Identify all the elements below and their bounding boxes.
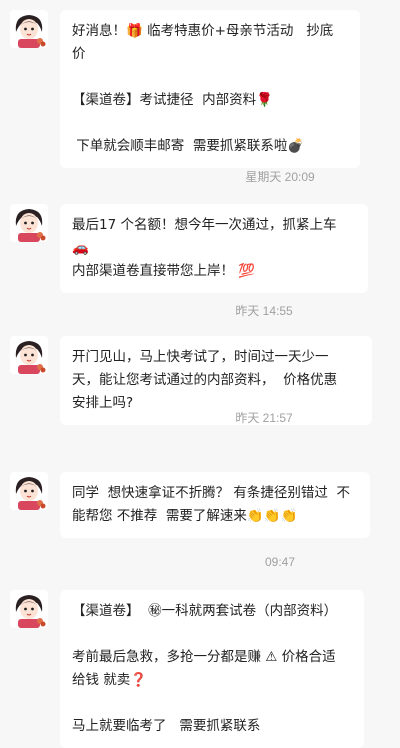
timestamp: 昨天 14:55 xyxy=(235,304,293,318)
message-bubble[interactable]: 【渠道卷】 ㊙一科就两套试卷（内部资料） 考前最后急救，多抢一分都是赚 ⚠ 价格… xyxy=(60,590,364,748)
message-line: 【渠道卷】 ㊙一科就两套试卷（内部资料） xyxy=(72,603,338,619)
message-bubble[interactable]: 最后17 个名额！想今年一次通过，抓紧上车 🚗 内部渠道卷直接带您上岸！ 💯 xyxy=(60,204,368,293)
message-row: 【渠道卷】 ㊙一科就两套试卷（内部资料） 考前最后急救，多抢一分都是赚 ⚠ 价格… xyxy=(10,590,364,748)
avatar[interactable] xyxy=(10,10,48,48)
message-row: 最后17 个名额！想今年一次通过，抓紧上车 🚗 内部渠道卷直接带您上岸！ 💯 xyxy=(10,204,368,293)
message-line: 好消息！🎁 临考特惠价+母亲节活动 抄底 xyxy=(72,23,334,39)
message-bubble[interactable]: 同学 想快速拿证不折腾？ 有条捷径别错过 不 能帮您 不推荐 需要了解速来👏👏👏 xyxy=(60,472,370,538)
message-row: 同学 想快速拿证不折腾？ 有条捷径别错过 不 能帮您 不推荐 需要了解速来👏👏👏 xyxy=(10,472,370,538)
cartoon-girl-avatar-icon xyxy=(10,590,48,628)
avatar[interactable] xyxy=(10,204,48,242)
timestamp: 09:47 xyxy=(264,555,296,569)
avatar[interactable] xyxy=(10,472,48,510)
message-line: 能帮您 不推荐 需要了解速来👏👏👏 xyxy=(72,508,298,524)
message-line: 🚗 xyxy=(72,240,89,256)
message-line: 同学 想快速拿证不折腾？ 有条捷径别错过 不 xyxy=(72,485,350,501)
avatar[interactable] xyxy=(10,590,48,628)
message-line xyxy=(72,623,352,646)
message-line: 考前最后急救，多抢一分都是赚 ⚠ 价格合适 xyxy=(72,649,336,665)
cartoon-girl-avatar-icon xyxy=(10,10,48,48)
cartoon-girl-avatar-icon xyxy=(10,204,48,242)
message-line: 开门见山，马上快考试了，时间过一天少一 xyxy=(72,349,329,365)
cartoon-girl-avatar-icon xyxy=(10,472,48,510)
message-row: 好消息！🎁 临考特惠价+母亲节活动 抄底 价 【渠道卷】考试捷径 内部资料🌹 下… xyxy=(10,10,360,168)
message-line: 马上就要临考了 需要抓紧联系 xyxy=(72,718,261,734)
message-line xyxy=(72,66,348,89)
cartoon-girl-avatar-icon xyxy=(10,336,48,374)
message-line: 天，能让您考试通过的内部资料， 价格优惠 xyxy=(72,372,338,388)
message-line xyxy=(72,692,352,715)
message-line: 最后17 个名额！想今年一次通过，抓紧上车 xyxy=(72,217,337,233)
timestamp: 星期天 20:09 xyxy=(245,170,315,184)
message-line: 给钱 就卖❓ xyxy=(72,672,148,688)
message-line: 【渠道卷】考试捷径 内部资料🌹 xyxy=(72,92,273,108)
message-line: 价 xyxy=(72,46,86,62)
message-line: 下单就会顺丰邮寄 需要抓紧联系啦💣 xyxy=(72,138,305,154)
timestamp: 昨天 21:57 xyxy=(235,411,293,425)
message-bubble[interactable]: 好消息！🎁 临考特惠价+母亲节活动 抄底 价 【渠道卷】考试捷径 内部资料🌹 下… xyxy=(60,10,360,168)
message-line xyxy=(72,112,348,135)
avatar[interactable] xyxy=(10,336,48,374)
message-line: 内部渠道卷直接带您上岸！ 💯 xyxy=(72,263,256,279)
